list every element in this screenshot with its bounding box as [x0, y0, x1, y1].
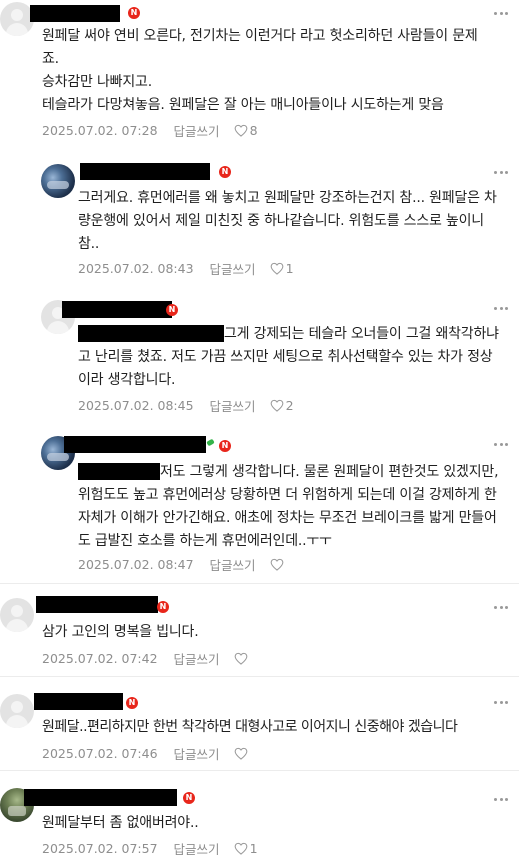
- comment-meta: 2025.07.02. 07:28 답글쓰기 8: [42, 121, 258, 140]
- heart-icon: [234, 124, 247, 137]
- reply-button[interactable]: 답글쓰기: [174, 839, 220, 855]
- comment-date: 2025.07.02. 08:47: [78, 557, 194, 572]
- heart-icon: [234, 842, 247, 855]
- more-options-icon[interactable]: [494, 307, 508, 311]
- redacted-username: [24, 789, 177, 806]
- comment-date: 2025.07.02. 07:46: [42, 746, 158, 761]
- verified-mark-icon: [206, 438, 215, 447]
- new-badge: N: [183, 792, 195, 804]
- more-options-icon[interactable]: [494, 12, 508, 16]
- reply-button[interactable]: 답글쓰기: [174, 121, 220, 140]
- reply-comment-1: N 그러게요. 휴먼에러를 왜 놓치고 원페달만 강조하는건지 참... 원페달…: [0, 150, 519, 290]
- comment-body: 원페달..편리하지만 한번 착각하면 대형사고로 이어지니 신중해야 겠습니다: [42, 719, 458, 735]
- reply-comment-2: N 그게 강제되는 테슬라 오너들이 그걸 왜착각하냐고 난리를 쳤죠. 저도 …: [0, 290, 519, 430]
- reply-button[interactable]: 답글쓰기: [174, 744, 220, 763]
- redacted-username: [30, 5, 120, 22]
- redacted-username: [36, 596, 158, 613]
- comment-1: N 원페달 써야 연비 오른다, 전기차는 이런거다 라고 헛소리하던 사람들이…: [0, 0, 519, 150]
- reply-button[interactable]: 답글쓰기: [210, 396, 256, 415]
- heart-icon: [270, 558, 283, 571]
- like-button[interactable]: 8: [234, 123, 258, 138]
- comment-meta: 2025.07.02. 07:46 답글쓰기: [42, 744, 250, 763]
- avatar[interactable]: [0, 2, 34, 36]
- like-button[interactable]: [234, 652, 250, 665]
- more-options-icon[interactable]: [494, 443, 508, 447]
- heart-icon: [270, 399, 283, 412]
- like-button[interactable]: 1: [270, 261, 294, 276]
- new-badge: N: [126, 697, 138, 709]
- like-button[interactable]: [234, 747, 250, 760]
- reply-button[interactable]: 답글쓰기: [210, 555, 256, 574]
- reply-comment-3: N 저도 그렇게 생각합니다. 물론 원페달이 편한것도 있겠지만, 위험도도 …: [0, 430, 519, 580]
- comment-meta: 2025.07.02. 08:47 답글쓰기: [78, 555, 286, 574]
- comment-meta: 2025.07.02. 08:43 답글쓰기 1: [78, 259, 294, 278]
- comment-2: N 삼가 고인의 명복을 빕니다. 2025.07.02. 07:42 답글쓰기: [0, 584, 519, 676]
- more-options-icon[interactable]: [494, 701, 508, 705]
- new-badge: N: [219, 440, 231, 452]
- comment-date: 2025.07.02. 07:57: [42, 841, 158, 855]
- like-count: 1: [249, 841, 258, 855]
- new-badge: N: [219, 166, 231, 178]
- redacted-username: [64, 436, 206, 453]
- like-button[interactable]: 2: [270, 398, 294, 413]
- avatar[interactable]: [0, 598, 34, 632]
- heart-icon: [234, 747, 247, 760]
- more-options-icon[interactable]: [494, 798, 508, 802]
- heart-icon: [234, 652, 247, 665]
- comment-date: 2025.07.02. 08:43: [78, 261, 194, 276]
- new-badge: N: [128, 7, 140, 19]
- comment-4: N 원페달부터 좀 없애버려야.. 2025.07.02. 07:57 답글쓰기…: [0, 771, 519, 855]
- comment-meta: 2025.07.02. 08:45 답글쓰기 2: [78, 396, 294, 415]
- more-options-icon[interactable]: [494, 606, 508, 610]
- like-button[interactable]: [270, 558, 286, 571]
- avatar[interactable]: [41, 164, 75, 198]
- like-button[interactable]: 1: [234, 841, 258, 855]
- comment-body: 그러게요. 휴먼에러를 왜 놓치고 원페달만 강조하는건지 참... 원페달은 …: [78, 190, 497, 252]
- comment-date: 2025.07.02. 07:42: [42, 651, 158, 666]
- redacted-username: [34, 693, 123, 710]
- comment-body: 삼가 고인의 명복을 빕니다.: [42, 624, 199, 640]
- comment-date: 2025.07.02. 07:28: [42, 123, 158, 138]
- comment-body: 원페달 써야 연비 오른다, 전기차는 이런거다 라고 헛소리하던 사람들이 문…: [42, 28, 478, 113]
- redacted-username: [62, 301, 172, 318]
- new-badge: N: [166, 304, 178, 316]
- like-count: 2: [285, 398, 294, 413]
- comment-meta: 2025.07.02. 07:42 답글쓰기: [42, 649, 250, 668]
- more-options-icon[interactable]: [494, 171, 508, 175]
- comment-3: N 원페달..편리하지만 한번 착각하면 대형사고로 이어지니 신중해야 겠습니…: [0, 677, 519, 770]
- reply-button[interactable]: 답글쓰기: [210, 259, 256, 278]
- heart-icon: [270, 262, 283, 275]
- comment-meta: 2025.07.02. 07:57 답글쓰기 1: [42, 839, 258, 855]
- comment-date: 2025.07.02. 08:45: [78, 398, 194, 413]
- comment-body: 그게 강제되는 테슬라 오너들이 그걸 왜착각하냐고 난리를 쳤죠. 저도 가끔…: [78, 326, 499, 388]
- avatar[interactable]: [0, 694, 34, 728]
- like-count: 1: [285, 261, 294, 276]
- comment-body: 원페달부터 좀 없애버려야..: [42, 815, 199, 831]
- like-count: 8: [249, 123, 258, 138]
- comment-body: 저도 그렇게 생각합니다. 물론 원페달이 편한것도 있겠지만, 위험도도 높고…: [78, 464, 499, 549]
- reply-button[interactable]: 답글쓰기: [174, 649, 220, 668]
- new-badge: N: [157, 601, 169, 613]
- redacted-username: [80, 163, 210, 180]
